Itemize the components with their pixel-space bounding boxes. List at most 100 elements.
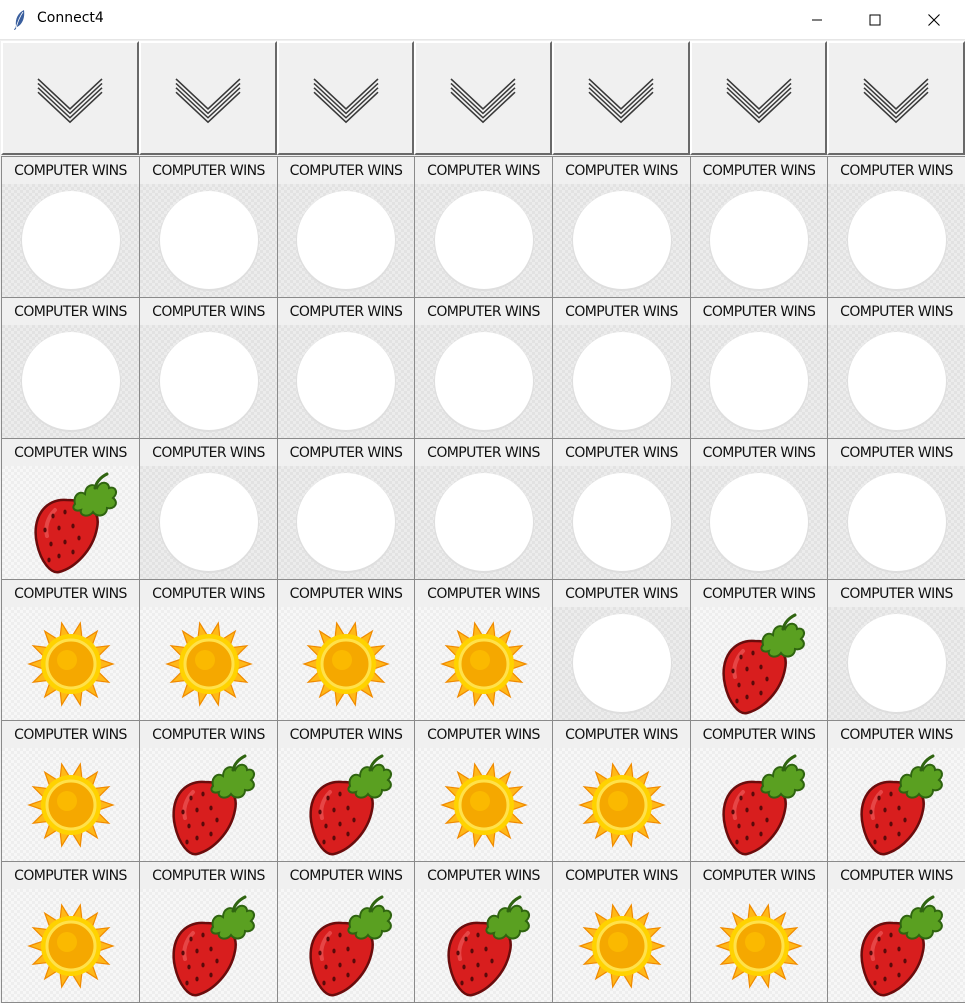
cell-status-label: COMPUTER WINS [415, 439, 552, 466]
strawberry-icon [722, 613, 805, 715]
cell-status-label: COMPUTER WINS [553, 298, 690, 325]
cell-status-label: COMPUTER WINS [278, 157, 414, 184]
cell-status-label: COMPUTER WINS [2, 157, 139, 184]
cell-status-label: COMPUTER WINS [415, 298, 552, 325]
cell-status-label: COMPUTER WINS [140, 157, 277, 184]
board-cell-r6-c5: COMPUTER WINS [552, 861, 691, 1003]
strawberry-icon [309, 895, 392, 997]
sun-icon [26, 903, 115, 989]
drop-button-col-2[interactable] [139, 41, 277, 155]
board-cell-r6-c3: COMPUTER WINS [277, 861, 415, 1003]
empty-slot-icon [433, 473, 534, 573]
chevron-down-icon [37, 78, 103, 124]
board-cell-r2-c4: COMPUTER WINS [414, 297, 553, 439]
maximize-button[interactable] [847, 0, 905, 40]
cell-status-label: COMPUTER WINS [691, 157, 827, 184]
board-cell-r4-c1: COMPUTER WINS [1, 579, 140, 721]
board-cell-r3-c6: COMPUTER WINS [690, 438, 828, 580]
cell-status-label: COMPUTER WINS [828, 298, 965, 325]
cell-status-label: COMPUTER WINS [553, 439, 690, 466]
cell-status-label: COMPUTER WINS [691, 439, 827, 466]
board-cell-r5-c3: COMPUTER WINS [277, 720, 415, 862]
board-cell-r3-c4: COMPUTER WINS [414, 438, 553, 580]
board-cell-r4-c5: COMPUTER WINS [552, 579, 691, 721]
cell-status-label: COMPUTER WINS [140, 580, 277, 607]
drop-button-col-3[interactable] [277, 41, 414, 155]
board-cell-r3-c5: COMPUTER WINS [552, 438, 691, 580]
drop-button-col-4[interactable] [414, 41, 552, 155]
cell-status-label: COMPUTER WINS [2, 439, 139, 466]
board-cell-r5-c2: COMPUTER WINS [139, 720, 278, 862]
board-cell-r2-c3: COMPUTER WINS [277, 297, 415, 439]
cell-status-label: COMPUTER WINS [553, 721, 690, 748]
cell-status-label: COMPUTER WINS [278, 580, 414, 607]
strawberry-icon [309, 754, 392, 856]
board-cell-r1-c7: COMPUTER WINS [827, 156, 965, 298]
cell-status-label: COMPUTER WINS [278, 439, 414, 466]
empty-slot-icon [158, 473, 259, 573]
board-cell-r4-c4: COMPUTER WINS [414, 579, 553, 721]
strawberry-icon [446, 895, 530, 997]
cell-status-label: COMPUTER WINS [553, 580, 690, 607]
cell-status-label: COMPUTER WINS [828, 439, 965, 466]
cell-status-label: COMPUTER WINS [828, 580, 965, 607]
cell-status-label: COMPUTER WINS [553, 862, 690, 889]
cell-status-label: COMPUTER WINS [415, 862, 552, 889]
board-cell-r5-c5: COMPUTER WINS [552, 720, 691, 862]
cell-status-label: COMPUTER WINS [828, 862, 965, 889]
board-cell-r3-c7: COMPUTER WINS [827, 438, 965, 580]
cell-status-label: COMPUTER WINS [140, 721, 277, 748]
cell-status-label: COMPUTER WINS [140, 862, 277, 889]
cell-status-label: COMPUTER WINS [828, 721, 965, 748]
sun-icon [26, 762, 115, 848]
strawberry-icon [33, 472, 117, 574]
cell-status-label: COMPUTER WINS [140, 439, 277, 466]
board-cell-r6-c2: COMPUTER WINS [139, 861, 278, 1003]
chevron-down-icon [725, 78, 792, 124]
empty-slot-icon [571, 473, 672, 573]
board-cell-r3-c3: COMPUTER WINS [277, 438, 415, 580]
strawberry-icon [171, 895, 255, 997]
sun-icon [577, 903, 666, 989]
minimize-icon [812, 19, 822, 21]
maximize-icon [869, 14, 881, 26]
strawberry-icon [722, 754, 805, 856]
drop-button-col-5[interactable] [552, 41, 690, 155]
board-cell-r1-c2: COMPUTER WINS [139, 156, 278, 298]
strawberry-icon [171, 754, 255, 856]
cell-status-label: COMPUTER WINS [553, 157, 690, 184]
empty-slot-icon [571, 614, 672, 714]
board-cell-r5-c1: COMPUTER WINS [1, 720, 140, 862]
empty-slot-icon [20, 191, 121, 291]
board-cell-r1-c4: COMPUTER WINS [414, 156, 553, 298]
drop-button-col-6[interactable] [690, 41, 827, 155]
chevron-down-icon [175, 78, 241, 124]
cell-status-label: COMPUTER WINS [415, 580, 552, 607]
board-cell-r1-c3: COMPUTER WINS [277, 156, 415, 298]
board-cell-r6-c1: COMPUTER WINS [1, 861, 140, 1003]
cell-status-label: COMPUTER WINS [140, 298, 277, 325]
sun-icon [439, 762, 528, 848]
empty-slot-icon [846, 191, 947, 291]
board-cell-r3-c1: COMPUTER WINS [1, 438, 140, 580]
minimize-button[interactable] [789, 0, 847, 40]
cell-status-label: COMPUTER WINS [2, 862, 139, 889]
cell-status-label: COMPUTER WINS [828, 157, 965, 184]
chevron-down-icon [863, 78, 929, 124]
sun-icon [715, 903, 803, 989]
board-cell-r1-c5: COMPUTER WINS [552, 156, 691, 298]
cell-status-label: COMPUTER WINS [278, 862, 414, 889]
board-cell-r4-c2: COMPUTER WINS [139, 579, 278, 721]
cell-status-label: COMPUTER WINS [691, 580, 827, 607]
board-cell-r2-c2: COMPUTER WINS [139, 297, 278, 439]
close-button[interactable] [906, 0, 964, 40]
empty-slot-icon [846, 473, 947, 573]
empty-slot-icon [571, 191, 672, 291]
drop-button-col-7[interactable] [827, 41, 965, 155]
board-cell-r1-c6: COMPUTER WINS [690, 156, 828, 298]
drop-button-col-1[interactable] [1, 41, 139, 155]
empty-slot-icon [571, 332, 672, 432]
empty-slot-icon [433, 191, 534, 291]
window-title: Connect4 [37, 10, 104, 26]
cell-status-label: COMPUTER WINS [2, 721, 139, 748]
